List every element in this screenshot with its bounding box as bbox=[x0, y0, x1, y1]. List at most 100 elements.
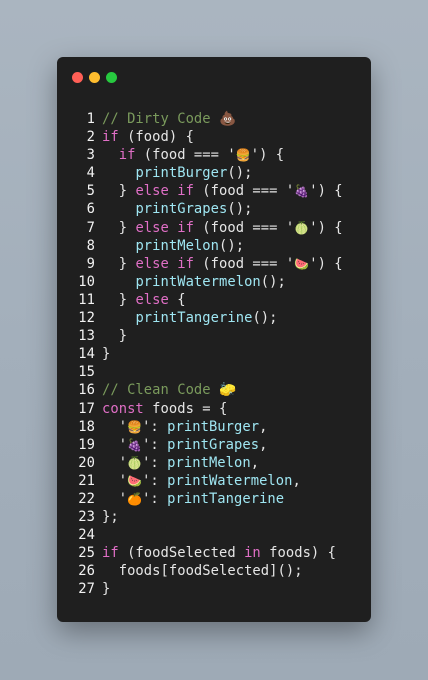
code-line: 1 // Dirty Code 💩 bbox=[57, 110, 371, 128]
code-line: 8 printMelon(); bbox=[57, 237, 371, 255]
line-code: } bbox=[95, 327, 127, 345]
code-line: 21 '🍉': printWatermelon, bbox=[57, 472, 371, 490]
line-code: }; bbox=[95, 508, 119, 526]
code-token: , bbox=[259, 436, 268, 453]
line-number: 6 bbox=[86, 201, 95, 218]
code-token: ': bbox=[142, 490, 168, 507]
line-code: '🍈': printMelon, bbox=[95, 454, 259, 472]
code-token: 🍉 bbox=[127, 473, 143, 488]
code-line: 15 bbox=[57, 363, 371, 381]
line-code: } bbox=[95, 580, 110, 598]
code-token: ' bbox=[118, 490, 128, 507]
line-number: 7 bbox=[86, 219, 95, 236]
code-token: ': bbox=[142, 436, 168, 453]
code-token: printWatermelon bbox=[135, 273, 261, 290]
line-number: 17 bbox=[78, 400, 95, 417]
code-line: 10 printWatermelon(); bbox=[57, 273, 371, 291]
code-token: printMelon bbox=[135, 237, 220, 254]
line-code: '🍔': printBurger, bbox=[95, 418, 268, 436]
line-code: } else if (food === '🍇') { bbox=[95, 182, 343, 200]
code-token: else if bbox=[135, 183, 194, 200]
code-token: { bbox=[168, 291, 186, 308]
line-code: if (food === '🍔') { bbox=[95, 146, 284, 164]
line-code: '🍉': printWatermelon, bbox=[95, 472, 301, 490]
line-code: if (foodSelected in foods) { bbox=[95, 544, 336, 562]
line-number: 15 bbox=[78, 364, 95, 381]
code-line: 26 foods[foodSelected](); bbox=[57, 562, 371, 580]
code-token: ') { bbox=[309, 255, 343, 272]
line-number: 12 bbox=[78, 310, 95, 327]
code-token: ') { bbox=[309, 219, 343, 236]
code-token: ') { bbox=[309, 183, 343, 200]
line-number: 25 bbox=[78, 545, 95, 562]
code-token: } bbox=[118, 219, 136, 236]
code-token: printGrapes bbox=[167, 436, 260, 453]
code-token: foods) { bbox=[260, 545, 337, 562]
code-token: printBurger bbox=[167, 418, 260, 435]
code-line: 25 if (foodSelected in foods) { bbox=[57, 544, 371, 562]
line-number: 14 bbox=[78, 346, 95, 363]
code-token: printBurger bbox=[135, 165, 228, 182]
line-number: 5 bbox=[86, 183, 95, 200]
code-editor: 1// Dirty Code 💩 2 if (food) {3 if (food =… bbox=[57, 110, 371, 599]
line-code: foods[foodSelected](); bbox=[95, 562, 303, 580]
code-token: ': bbox=[142, 454, 168, 471]
line-number: 20 bbox=[78, 454, 95, 471]
code-token: 🍔 bbox=[127, 419, 143, 434]
code-token: } bbox=[102, 581, 111, 598]
code-token: 🍊 bbox=[127, 491, 143, 506]
code-line: 12 printTangerine(); bbox=[57, 309, 371, 327]
code-token: foods = { bbox=[143, 400, 228, 417]
line-code: printWatermelon(); bbox=[95, 273, 286, 291]
code-token: (food === ' bbox=[135, 147, 236, 164]
line-number: 24 bbox=[78, 527, 95, 544]
line-code: printMelon(); bbox=[95, 237, 244, 255]
code-token: ': bbox=[142, 418, 168, 435]
code-token: else bbox=[135, 291, 169, 308]
code-token: else if bbox=[135, 219, 194, 236]
line-number: 18 bbox=[78, 418, 95, 435]
code-token: } bbox=[118, 183, 136, 200]
line-code: '🍇': printGrapes, bbox=[95, 436, 268, 454]
code-token: printMelon bbox=[167, 454, 251, 471]
line-code: } else if (food === '🍉') { bbox=[95, 255, 343, 273]
close-button[interactable] bbox=[72, 72, 83, 83]
code-line: 9 } else if (food === '🍉') { bbox=[57, 255, 371, 273]
code-token: } bbox=[118, 328, 128, 345]
code-line: 17 const foods = { bbox=[57, 400, 371, 418]
minimize-button[interactable] bbox=[89, 72, 100, 83]
code-line: 5 } else if (food === '🍇') { bbox=[57, 182, 371, 200]
code-token: (); bbox=[227, 201, 253, 218]
code-line: 14} bbox=[57, 345, 371, 363]
code-token: (); bbox=[252, 310, 278, 327]
code-token: (); bbox=[219, 237, 245, 254]
code-token: (food === ' bbox=[193, 183, 295, 200]
code-token: // Clean Code 🧽 bbox=[102, 382, 237, 399]
line-number: 9 bbox=[86, 255, 95, 272]
zoom-button[interactable] bbox=[106, 72, 117, 83]
line-number: 13 bbox=[78, 328, 95, 345]
code-token: (food === ' bbox=[193, 255, 295, 272]
code-token: printTangerine bbox=[167, 490, 285, 507]
code-token: in bbox=[244, 545, 261, 562]
line-code: if (food) { bbox=[95, 128, 194, 146]
code-line: 16 // Clean Code 🧽 bbox=[57, 381, 371, 399]
line-code: printBurger(); bbox=[95, 164, 252, 182]
line-number: 16 bbox=[78, 382, 95, 399]
code-token: printTangerine bbox=[135, 310, 253, 327]
code-token: printWatermelon bbox=[167, 472, 293, 489]
code-token: printGrapes bbox=[135, 201, 228, 218]
code-line: 22 '🍊': printTangerine bbox=[57, 490, 371, 508]
window-controls bbox=[72, 72, 117, 83]
line-code: } else { bbox=[95, 291, 186, 309]
code-token: (); bbox=[260, 273, 286, 290]
code-token: if bbox=[102, 129, 119, 146]
code-token: ' bbox=[118, 454, 128, 471]
line-number: 27 bbox=[78, 581, 95, 598]
code-token: ' bbox=[118, 418, 128, 435]
line-code: // Clean Code 🧽 bbox=[95, 381, 236, 399]
code-token: ' bbox=[118, 472, 128, 489]
code-line: 7 } else if (food === '🍈') { bbox=[57, 219, 371, 237]
code-token: , bbox=[250, 454, 260, 471]
code-token: ': bbox=[142, 472, 168, 489]
